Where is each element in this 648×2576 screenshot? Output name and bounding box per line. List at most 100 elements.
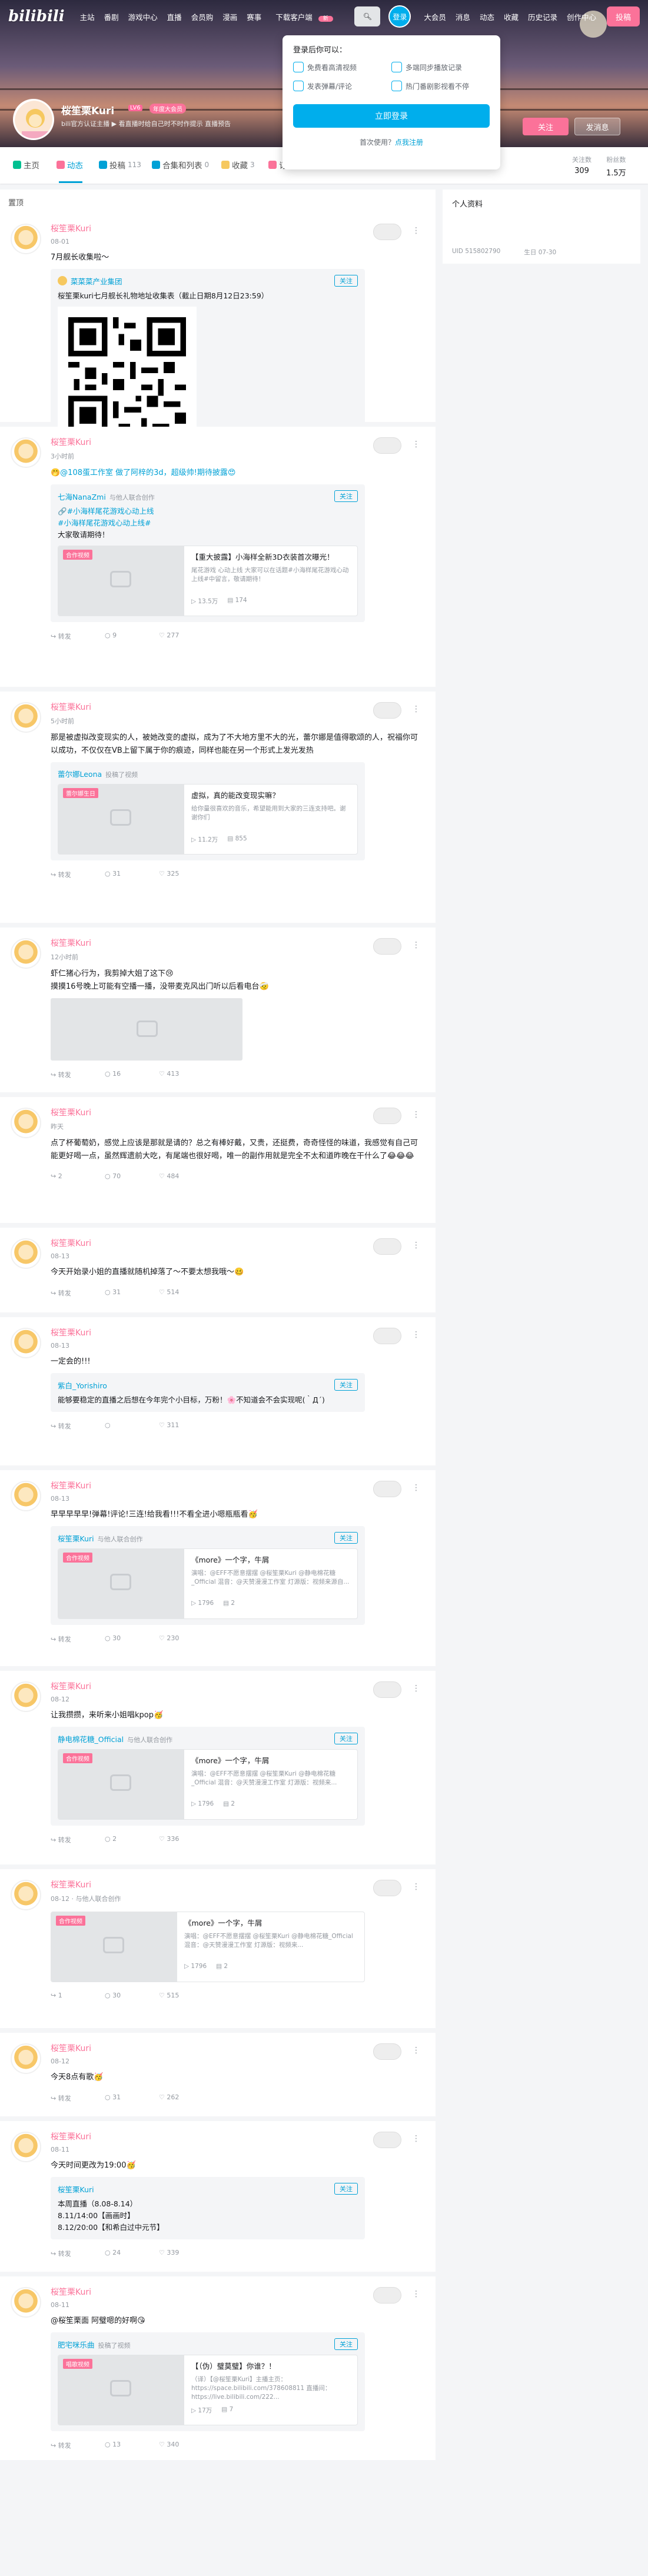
comment-button[interactable]: ○ 9 [105,631,159,641]
like-button[interactable]: ♡ 325 [159,870,213,879]
share-button[interactable]: ↪ 转发 [51,2093,105,2103]
tab-videos[interactable]: 投稿 113 [99,159,141,171]
avatar[interactable] [11,1108,41,1138]
nav-item-shop[interactable]: 会员购 [187,11,218,22]
repost-user[interactable]: 肥宅咪乐曲 [58,2341,95,2349]
like-button[interactable]: ♡ 413 [159,1070,213,1079]
video-card[interactable]: 唱歌视频 【（伪）璧莫璧】你谁？！ （译）【@桜笙栗Kuri】主播主页：http… [58,2355,358,2425]
qr-code[interactable] [58,307,197,446]
post-author[interactable]: 桜笙栗Kuri [51,436,425,448]
post-text-body[interactable]: 🤭@108蛋工作室 做了阿梓的3d，超级帅!期待披露😍 [51,468,235,477]
share-button[interactable]: ↪ 转发 [51,1421,105,1431]
post-author[interactable]: 桜笙栗Kuri [51,2042,425,2054]
share-button[interactable]: ↪ 转发 [51,870,105,879]
post-author[interactable]: 桜笙栗Kuri [51,1680,425,1692]
nav-item-favorites[interactable]: 收藏 [499,11,523,22]
avatar[interactable] [11,1481,41,1511]
post-author[interactable]: 桜笙栗Kuri [51,701,425,713]
bilibili-logo[interactable]: bilibili [8,8,65,25]
nav-item-game[interactable]: 游戏中心 [124,11,162,22]
share-button[interactable]: ↪ 转发 [51,1070,105,1079]
avatar[interactable] [11,1681,41,1712]
follow-button[interactable]: 关注 [334,1733,358,1744]
post-author[interactable]: 桜笙栗Kuri [51,1879,425,1890]
more-icon[interactable]: ⋮ [412,1882,420,1892]
post-author[interactable]: 桜笙栗Kuri [51,937,425,949]
tab-collections[interactable]: 合集和列表 0 [152,159,209,171]
comment-button[interactable]: ○ 31 [105,2093,159,2103]
register-link[interactable]: 点我注册 [395,138,423,147]
post-author[interactable]: 桜笙栗Kuri [51,1327,425,1338]
search-button[interactable]: 🔍︎ [354,6,381,26]
comment-button[interactable]: ○ 24 [105,2249,159,2258]
more-icon[interactable]: ⋮ [412,2046,420,2055]
post-author[interactable]: 桜笙栗Kuri [51,1480,425,1491]
nav-item-anime[interactable]: 番剧 [99,11,124,22]
post-author[interactable]: 桜笙栗Kuri [51,2286,425,2298]
like-button[interactable]: ♡ 514 [159,1288,213,1298]
comment-button[interactable]: ○ 31 [105,870,159,879]
like-button[interactable]: ♡ 262 [159,2093,213,2103]
post-author[interactable]: 桜笙栗Kuri [51,2130,425,2142]
more-icon[interactable]: ⋮ [412,1330,420,1339]
more-icon[interactable]: ⋮ [412,2134,420,2143]
tab-favorites[interactable]: 收藏 3 [221,159,255,171]
nav-item-messages[interactable]: 消息 [451,11,475,22]
repost-user[interactable]: 紫白_Yorishiro [58,1380,107,1391]
lottery-name[interactable]: 菜菜菜产业集团 [71,275,122,287]
comment-button[interactable]: ○ 16 [105,1070,159,1079]
avatar[interactable] [11,1328,41,1358]
more-icon[interactable]: ⋮ [412,226,420,235]
avatar[interactable] [11,224,41,254]
avatar[interactable] [11,1238,41,1269]
nav-item-match[interactable]: 赛事 [242,11,266,22]
share-button[interactable]: ↪ 转发 [51,2249,105,2258]
avatar[interactable] [11,2287,41,2318]
avatar[interactable] [11,938,41,969]
comment-button[interactable]: ○ 2 [105,1835,159,1844]
share-button[interactable]: ↪ 转发 [51,631,105,641]
video-card[interactable]: 合作视频 《more》一个字，牛屑 演唱：@EFF不愿意摆摆 @桜笙栗Kuri … [58,1749,358,1820]
repost-user[interactable]: 七海NanaZmi [58,493,106,501]
login-now-button[interactable]: 立即登录 [293,104,490,128]
followers-stat[interactable]: 粉丝数 1.5万 [606,155,626,178]
like-button[interactable]: ♡ 515 [159,1992,213,1999]
video-card[interactable]: 合作视频 【重大披露】小海样全新3D衣装首次曝光！ 尾花游戏 心动上线 大家可以… [58,546,358,616]
share-button[interactable]: ↪ 转发 [51,2441,105,2450]
repost-link[interactable]: 🔗#小海样尾花游戏心动上线 [58,506,358,517]
login-avatar-button[interactable]: 登录 [388,5,411,28]
more-icon[interactable]: ⋮ [412,2289,420,2299]
nav-item-dynamics[interactable]: 动态 [475,11,499,22]
tab-home[interactable]: 主页 [13,159,39,171]
avatar[interactable] [11,702,41,733]
nav-item-manga[interactable]: 漫画 [218,11,242,22]
follow-button[interactable]: 关注 [334,2183,358,2195]
comment-button[interactable]: ○ 31 [105,1288,159,1298]
post-author[interactable]: 桜笙栗Kuri [51,222,425,234]
tab-dynamic[interactable]: 动态 [57,159,83,171]
nav-item-history[interactable]: 历史记录 [523,11,562,22]
post-image[interactable] [51,998,242,1061]
follow-button[interactable]: 关注 [523,118,569,135]
follow-button[interactable]: 关注 [334,490,358,502]
comment-button[interactable]: ○ 70 [105,1172,159,1180]
avatar[interactable] [11,2132,41,2162]
follow-button[interactable]: 关注 [334,2338,358,2350]
share-button[interactable]: ↪ 1 [51,1992,105,1999]
comment-button[interactable]: ○ 30 [105,1634,159,1644]
more-icon[interactable]: ⋮ [412,440,420,449]
like-button[interactable]: ♡ 336 [159,1835,213,1844]
like-button[interactable]: ♡ 339 [159,2249,213,2258]
video-card[interactable]: 合作视频 《more》一个字，牛屑 演唱：@EFF不愿意摆摆 @桜笙栗Kuri … [58,1548,358,1619]
avatar[interactable] [11,437,41,468]
nav-item-download[interactable]: 下载客户端新 [266,11,338,22]
more-icon[interactable]: ⋮ [412,704,420,714]
like-button[interactable]: ♡ 340 [159,2441,213,2450]
repost-user[interactable]: 静电棉花糖_Official [58,1735,124,1744]
repost-user[interactable]: 桜笙栗Kuri [58,1534,94,1543]
nav-item-creator[interactable]: 创作中心 [562,11,601,22]
post-button[interactable]: 投稿 [607,6,640,26]
repost-hashtag[interactable]: #小海样尾花游戏心动上线# [58,517,358,529]
comment-button[interactable]: ○ 13 [105,2441,159,2450]
nav-item-live[interactable]: 直播 [162,11,187,22]
